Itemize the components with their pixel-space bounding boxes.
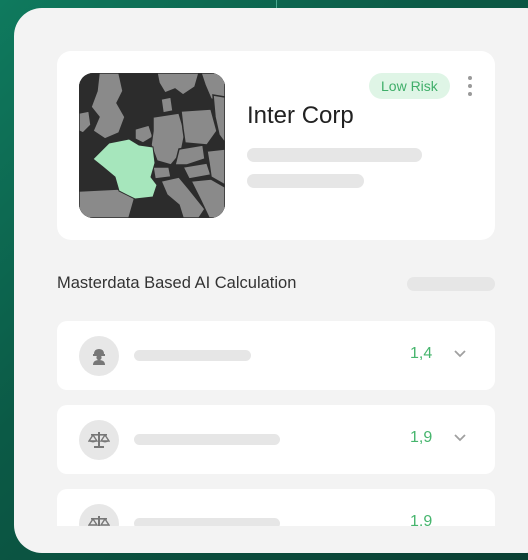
placeholder-line — [247, 174, 364, 188]
chevron-down-icon[interactable] — [453, 346, 467, 360]
section-title: Masterdata Based AI Calculation — [57, 274, 297, 292]
risk-panel: Low Risk Inter Corp Masterdata Based AI … — [14, 8, 528, 553]
list-item[interactable]: 1,9 — [57, 405, 495, 474]
chevron-down-icon[interactable] — [453, 430, 467, 444]
worker-icon — [79, 336, 119, 376]
placeholder-line — [247, 148, 422, 162]
placeholder-line — [134, 434, 280, 445]
more-options-icon[interactable] — [465, 76, 475, 98]
risk-badge: Low Risk — [369, 73, 450, 99]
score-value: 1,9 — [410, 429, 433, 446]
placeholder-pill — [407, 277, 495, 291]
list-fade — [57, 526, 495, 553]
background-divider — [276, 0, 277, 8]
score-value: 1,4 — [410, 345, 433, 362]
list-item[interactable]: 1,4 — [57, 321, 495, 390]
scales-icon — [79, 420, 119, 460]
placeholder-line — [134, 350, 251, 361]
company-card[interactable]: Low Risk Inter Corp — [57, 51, 495, 240]
country-map — [79, 73, 225, 218]
company-name: Inter Corp — [247, 102, 354, 129]
